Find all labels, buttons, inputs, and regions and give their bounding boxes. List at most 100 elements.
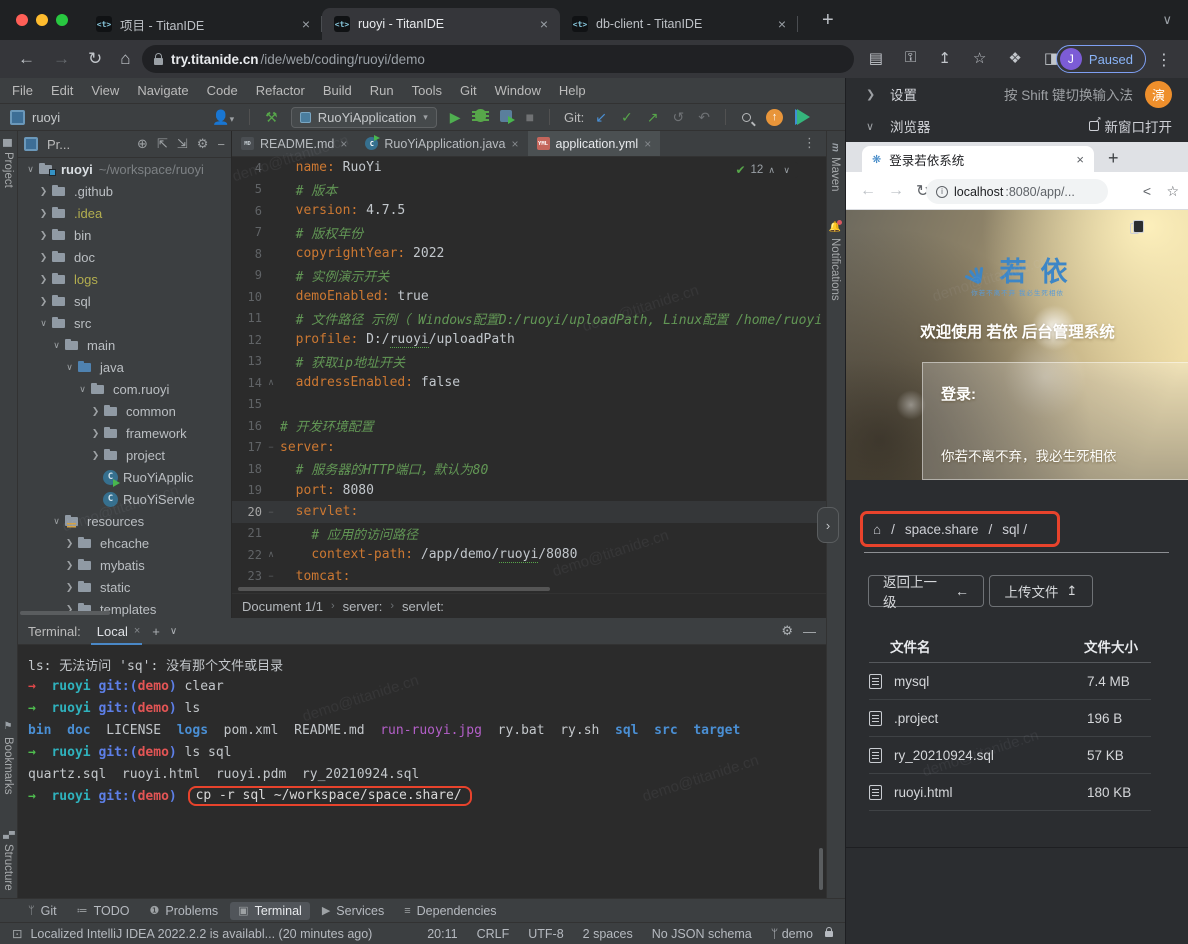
build-hammer-icon[interactable]: ⚒ [265,109,278,126]
preview-omnibox[interactable]: i localhost :8080/app/... [926,179,1108,204]
panel-expander-chevron[interactable]: › [817,507,839,543]
reload-icon[interactable]: ↻ [88,49,102,69]
project-tree-item-templates[interactable]: ❯templates [18,598,231,618]
file-row-.project[interactable]: .project196 B [869,700,1151,737]
toolwindow-notifications[interactable]: 🔔 Notifications [829,221,841,301]
toolwindow-maven[interactable]: m Maven [829,143,841,191]
menu-navigate[interactable]: Navigate [137,83,188,98]
back-icon[interactable]: ← [860,182,876,200]
toolwindow-button-dependencies[interactable]: ≡Dependencies [396,902,504,920]
profile-button[interactable]: J Paused [1056,45,1146,73]
tab-options-icon[interactable]: ⋮ [793,131,826,156]
rollback-icon[interactable]: ↶ [698,109,710,126]
code-line-12[interactable]: 12 profile: D:/ruoyi/uploadPath [232,329,826,351]
menu-build[interactable]: Build [323,83,352,98]
code-line-14[interactable]: 14∧ addressEnabled: false [232,372,826,394]
code-line-5[interactable]: 5 # 版本 [232,179,826,201]
horizontal-scrollbar[interactable] [20,611,110,615]
project-name[interactable]: ruoyi [32,110,60,125]
code-line-18[interactable]: 18 # 服务器的HTTP端口，默认为80 [232,458,826,480]
status-item[interactable]: 2 spaces [583,927,633,941]
code-line-19[interactable]: 19 port: 8080 [232,480,826,502]
terminal-dropdown-icon[interactable]: ∨ [170,626,177,637]
close-icon[interactable]: × [644,137,651,151]
toolwindow-bookmarks[interactable]: ⚑ Bookmarks [2,721,14,795]
project-tree-item-mybatis[interactable]: ❯mybatis [18,554,231,576]
debug-button[interactable] [475,109,486,125]
chevron-right-icon[interactable]: ❯ [89,428,102,439]
status-item[interactable]: No JSON schema [652,927,752,941]
new-terminal-icon[interactable]: + [152,624,160,639]
project-tree-item-resources[interactable]: ∨resources [18,510,231,532]
code-line-16[interactable]: 16# 开发环境配置 [232,415,826,437]
git-update-icon[interactable]: ↙ [595,109,607,126]
close-icon[interactable]: × [538,16,550,32]
project-tree-item-main[interactable]: ∨main [18,334,231,356]
project-tree-item-project[interactable]: ❯project [18,444,231,466]
project-tree-item-bin[interactable]: ❯bin [18,224,231,246]
open-new-window-button[interactable]: 新窗口打开 [1089,116,1173,136]
breadcrumb-sql[interactable]: sql / [1002,522,1027,537]
code-line-8[interactable]: 8 copyrightYear: 2022 [232,243,826,265]
code-line-7[interactable]: 7 # 版权年份 [232,222,826,244]
stop-button[interactable]: ■ [526,109,534,125]
section-settings[interactable]: ❯ 设置 按 Shift 键切换输入法 演 [846,78,1188,110]
project-tree-item-.github[interactable]: ❯.github [18,180,231,202]
history-icon[interactable]: ↺ [672,109,684,126]
close-window-button[interactable] [16,14,28,26]
menu-git[interactable]: Git [460,83,477,98]
project-tree-item-static[interactable]: ❯static [18,576,231,598]
new-tab-button[interactable]: + [822,10,834,30]
run-config-selector[interactable]: RuoYiApplication ▾ [291,107,437,128]
project-tree-item-logs[interactable]: ❯logs [18,268,231,290]
code-line-21[interactable]: 21 # 应用的访问路径 [232,523,826,545]
close-icon[interactable]: × [134,625,140,637]
toolwindow-button-problems[interactable]: ❶Problems [141,902,226,920]
omnibox[interactable]: try.titanide.cn /ide/web/coding/ruoyi/de… [142,45,854,73]
code-line-17[interactable]: 17−server: [232,437,826,459]
hide-panel-icon[interactable]: − [217,137,225,152]
extensions-icon[interactable]: ❖ [1008,49,1021,67]
editor-tab-RuoYiApplication.java[interactable]: CRuoYiApplication.java× [356,131,527,156]
chevron-down-icon[interactable]: ∨ [63,362,76,373]
project-tree-item-sql[interactable]: ❯sql [18,290,231,312]
editor-horizontal-scrollbar[interactable] [238,587,550,591]
menu-run[interactable]: Run [370,83,394,98]
browser-tab-3[interactable]: <t>db-client - TitanIDE× [560,8,798,40]
project-tree-item-RuoYiServle[interactable]: CRuoYiServle [18,488,231,510]
terminal-settings-icon[interactable]: ⚙ [781,623,793,639]
code-line-13[interactable]: 13 # 获取ip地址开关 [232,351,826,373]
git-branch-widget[interactable]: ᛘ demo [771,927,813,941]
preview-new-tab-button[interactable]: + [1108,148,1119,169]
breadcrumb-item[interactable]: Document 1/1 [242,599,323,614]
code-line-22[interactable]: 22∧ context-path: /app/demo/ruoyi/8080 [232,544,826,566]
editor[interactable]: 4 name: RuoYi5 # 版本6 version: 4.7.57 # 版… [232,157,826,593]
code-line-11[interactable]: 11 # 文件路径 示例（ Windows配置D:/ruoyi/uploadPa… [232,308,826,330]
chevron-right-icon[interactable]: ❯ [63,538,76,549]
project-tree-item-RuoYiApplic[interactable]: CRuoYiApplic [18,466,231,488]
chevron-right-icon[interactable]: ❯ [37,296,50,307]
inspections-widget[interactable]: ✔ 12 ∧ ∨ [730,162,798,178]
preview-tab[interactable]: ❋ 登录若依系统 × [862,146,1094,172]
coverage-run-icon[interactable] [500,109,512,125]
menu-edit[interactable]: Edit [51,83,73,98]
chevron-right-icon[interactable]: ❯ [63,582,76,593]
locate-file-icon[interactable]: ⊕ [137,136,148,152]
share-icon[interactable]: ↥ [938,49,951,67]
toolwindow-button-git[interactable]: ᛘGit [20,902,65,920]
forward-icon[interactable]: → [888,182,904,200]
chevron-right-icon[interactable]: ❯ [63,560,76,571]
breadcrumb-item[interactable]: server: [343,599,383,614]
chevron-down-icon[interactable]: ∨ [50,340,63,351]
home-icon[interactable]: ⌂ [873,522,881,537]
terminal-scrollbar[interactable] [819,848,823,890]
code-line-6[interactable]: 6 version: 4.7.5 [232,200,826,222]
bookmark-star-icon[interactable]: ☆ [973,49,986,67]
tab-search-chevron-icon[interactable]: ∨ [1162,12,1172,28]
close-icon[interactable]: × [511,137,518,151]
toolwindow-project[interactable]: ▆ Project [2,139,14,188]
chevron-down-icon[interactable]: ∨ [50,516,63,527]
titanide-logo-icon[interactable] [797,109,810,125]
file-row-ry_20210924.sql[interactable]: ry_20210924.sql57 KB [869,737,1151,774]
editor-tab-README.md[interactable]: MDREADME.md× [232,131,356,156]
